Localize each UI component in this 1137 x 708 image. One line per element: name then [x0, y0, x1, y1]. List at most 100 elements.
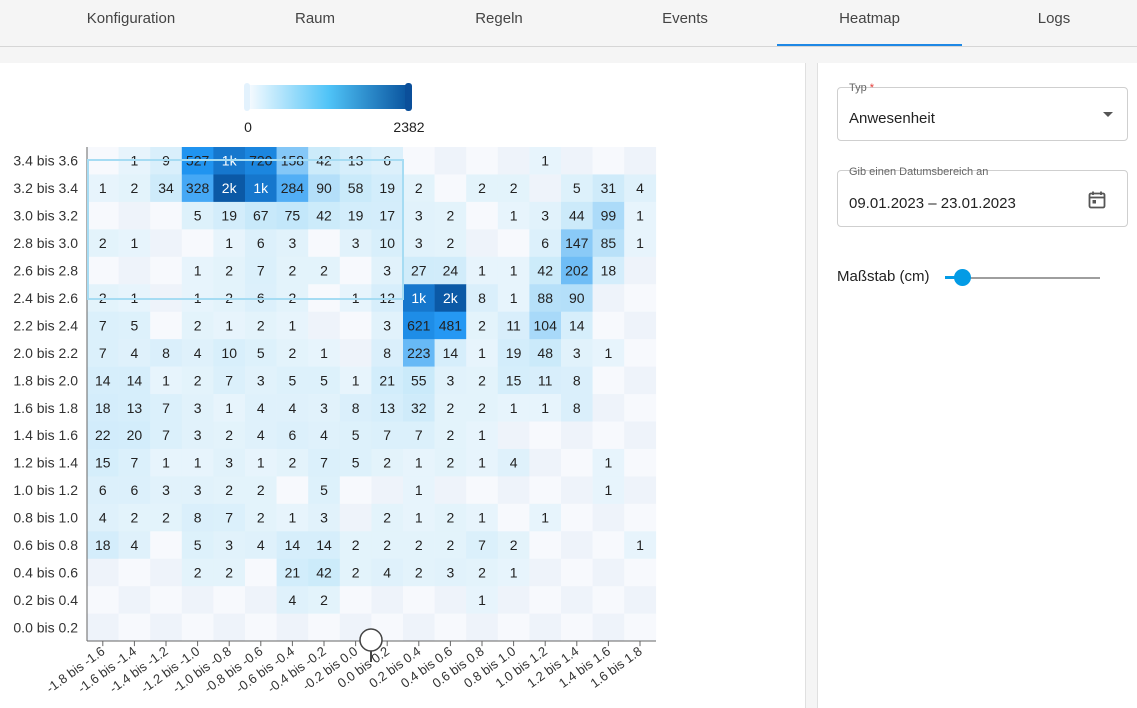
heatmap-cell[interactable]	[466, 147, 499, 175]
heatmap-cell[interactable]	[339, 339, 372, 367]
heatmap-cell[interactable]	[87, 558, 119, 587]
heatmap-cell[interactable]	[624, 476, 657, 505]
tab-logs[interactable]: Logs	[960, 0, 1137, 46]
heatmap-cell[interactable]	[624, 421, 657, 450]
heatmap-cell[interactable]	[497, 229, 530, 258]
heatmap-cell[interactable]	[624, 284, 657, 312]
scale-slider-thumb[interactable]	[954, 269, 971, 286]
heatmap-cell[interactable]	[403, 586, 435, 614]
heatmap-cell[interactable]	[308, 311, 341, 340]
tab-konfiguration[interactable]: Konfiguration	[37, 0, 225, 46]
heatmap-cell[interactable]	[592, 147, 625, 175]
heatmap-cell[interactable]	[434, 174, 467, 203]
heatmap-cell[interactable]	[434, 147, 467, 175]
heatmap-cell[interactable]	[561, 613, 593, 642]
heatmap-cell[interactable]	[624, 448, 657, 477]
heatmap-cell[interactable]	[150, 586, 183, 614]
heatmap-cell[interactable]	[624, 256, 657, 285]
tab-heatmap[interactable]: Heatmap	[777, 0, 962, 46]
heatmap-cell[interactable]	[561, 421, 593, 450]
heatmap-cell[interactable]	[624, 586, 657, 614]
heatmap-cell[interactable]	[529, 476, 562, 505]
heatmap-cell[interactable]	[624, 558, 657, 587]
heatmap-cell[interactable]	[497, 421, 530, 450]
heatmap-cell[interactable]	[497, 147, 530, 175]
scale-slider-track[interactable]	[962, 277, 1100, 279]
heatmap-cell[interactable]	[87, 613, 119, 642]
heatmap-cell[interactable]	[529, 421, 562, 450]
heatmap-cell[interactable]	[592, 531, 625, 560]
heatmap-cell[interactable]	[561, 147, 593, 175]
heatmap-cell[interactable]	[339, 503, 372, 532]
heatmap-cell[interactable]	[276, 613, 309, 642]
heatmap-cell[interactable]	[561, 531, 593, 560]
heatmap-cell[interactable]	[592, 503, 625, 532]
heatmap-cell[interactable]	[592, 366, 625, 395]
heatmap-cell[interactable]	[466, 229, 499, 258]
heatmap-cell[interactable]	[150, 256, 183, 285]
heatmap-cell[interactable]	[181, 586, 214, 614]
heatmap-cell[interactable]	[466, 476, 499, 505]
heatmap-cell[interactable]	[529, 174, 562, 203]
heatmap-cell[interactable]	[624, 613, 657, 642]
heatmap-cell[interactable]	[561, 558, 593, 587]
heatmap-cell[interactable]	[276, 476, 309, 505]
tab-events[interactable]: Events	[591, 0, 779, 46]
heatmap-cell[interactable]	[497, 476, 530, 505]
heatmap-cell[interactable]	[118, 201, 151, 230]
heatmap-cell[interactable]	[339, 586, 372, 614]
heatmap-cell[interactable]	[561, 586, 593, 614]
heatmap-cell[interactable]	[308, 613, 341, 642]
heatmap-cell[interactable]	[181, 229, 214, 258]
type-select[interactable]: Typ * Anwesenheit	[837, 82, 1128, 141]
heatmap-cell[interactable]	[529, 613, 562, 642]
heatmap-cell[interactable]	[150, 311, 183, 340]
heatmap-cell[interactable]	[371, 476, 404, 505]
heatmap-cell[interactable]	[592, 421, 625, 450]
heatmap-cell[interactable]	[592, 558, 625, 587]
heatmap-cell[interactable]	[118, 256, 151, 285]
heatmap-cell[interactable]	[87, 586, 119, 614]
heatmap-cell[interactable]	[529, 448, 562, 477]
calendar-icon[interactable]	[1087, 190, 1107, 210]
heatmap-cell[interactable]	[561, 476, 593, 505]
date-range-field[interactable]: Gib einen Datumsbereich an 09.01.2023 – …	[837, 166, 1128, 227]
heatmap-cell[interactable]	[466, 201, 499, 230]
heatmap-cell[interactable]	[497, 586, 530, 614]
heatmap-cell[interactable]	[245, 558, 277, 587]
heatmap-cell[interactable]	[624, 366, 657, 395]
heatmap-cell[interactable]	[150, 613, 183, 642]
heatmap-cell[interactable]	[497, 503, 530, 532]
heatmap-cell[interactable]	[434, 613, 467, 642]
heatmap-cell[interactable]	[529, 586, 562, 614]
heatmap-cell[interactable]	[403, 613, 435, 642]
legend-max-handle[interactable]	[405, 83, 412, 111]
heatmap-cell[interactable]	[624, 147, 657, 175]
heatmap-cell[interactable]	[213, 613, 246, 642]
legend-min-handle[interactable]	[244, 83, 250, 111]
heatmap-cell[interactable]	[339, 476, 372, 505]
heatmap-cell[interactable]	[150, 531, 183, 560]
heatmap-cell[interactable]	[561, 503, 593, 532]
heatmap-cell[interactable]	[118, 558, 151, 587]
heatmap-cell[interactable]	[339, 256, 372, 285]
heatmap-cell[interactable]	[371, 586, 404, 614]
heatmap-cell[interactable]	[624, 503, 657, 532]
tab-raum[interactable]: Raum	[221, 0, 409, 46]
tab-regeln[interactable]: Regeln	[405, 0, 593, 46]
heatmap-cell[interactable]	[592, 284, 625, 312]
heatmap-cell[interactable]	[403, 147, 435, 175]
heatmap-cell[interactable]	[150, 201, 183, 230]
heatmap-cell[interactable]	[466, 613, 499, 642]
heatmap-cell[interactable]	[434, 586, 467, 614]
heatmap-cell[interactable]	[181, 613, 214, 642]
heatmap-cell[interactable]	[339, 311, 372, 340]
heatmap-cell[interactable]	[529, 558, 562, 587]
heatmap-cell[interactable]	[592, 613, 625, 642]
heatmap-cell[interactable]	[245, 586, 277, 614]
heatmap-cell[interactable]	[434, 476, 467, 505]
heatmap-cell[interactable]	[150, 558, 183, 587]
heatmap-cell[interactable]	[592, 311, 625, 340]
heatmap-cell[interactable]	[87, 201, 119, 230]
heatmap-cell[interactable]	[624, 394, 657, 422]
